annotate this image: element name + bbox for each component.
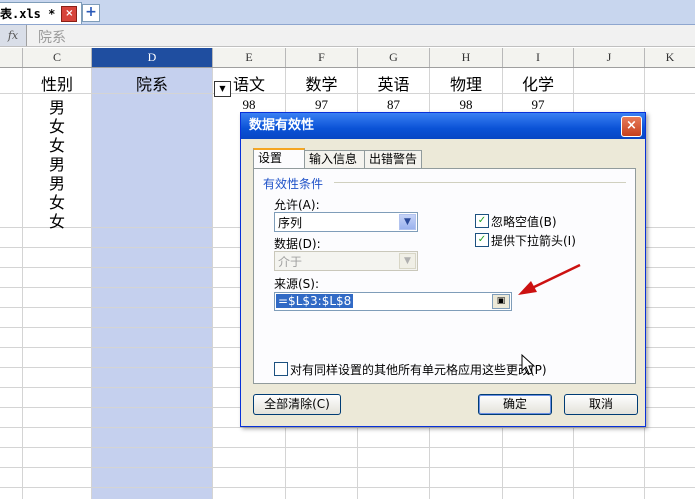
mouse-cursor-icon <box>521 353 536 375</box>
